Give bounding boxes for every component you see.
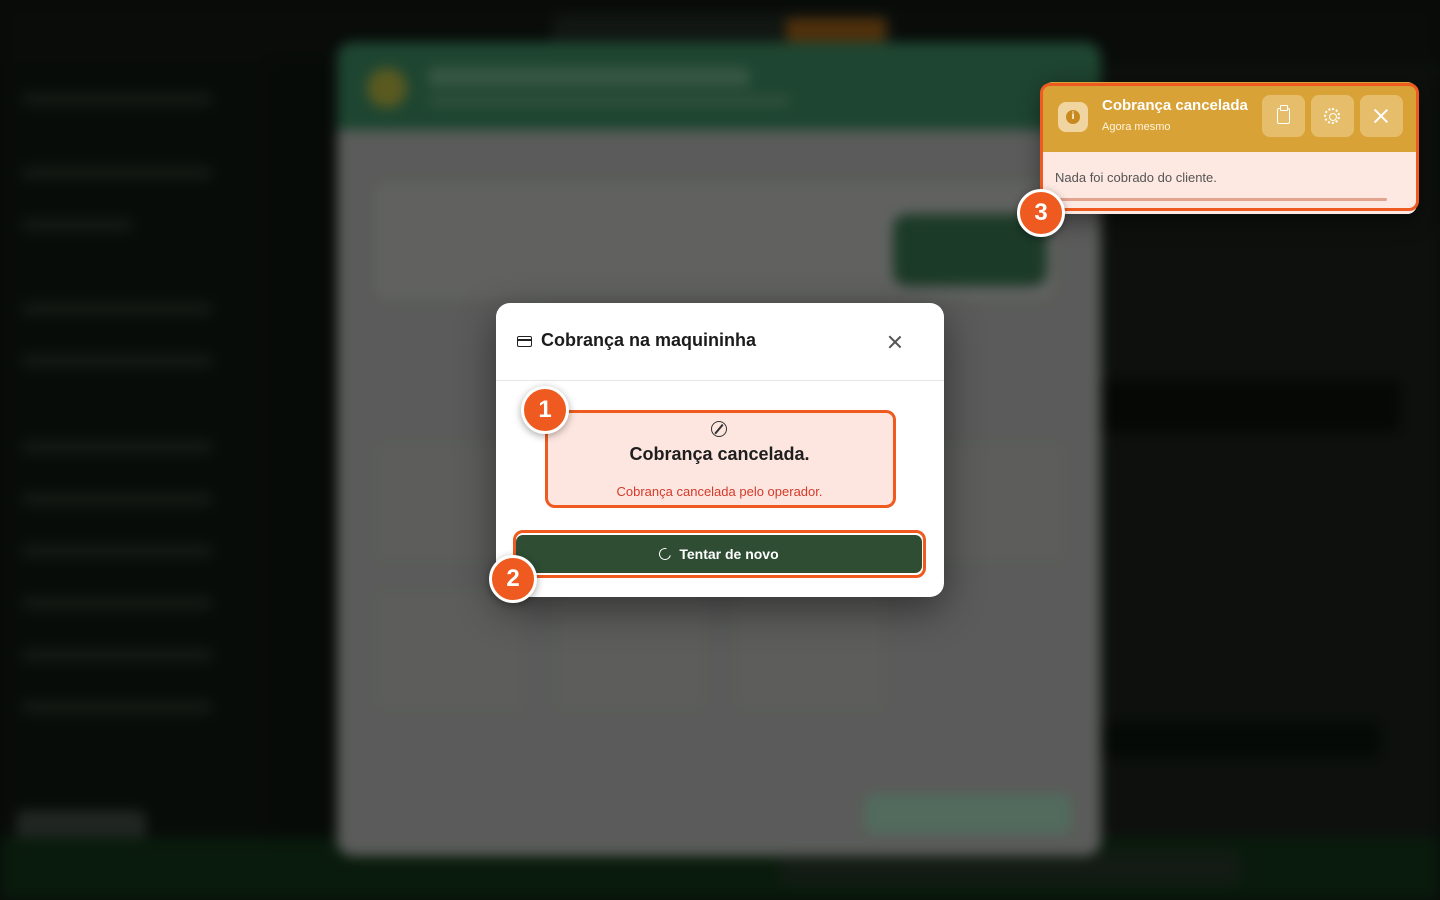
close-icon[interactable]	[884, 331, 906, 353]
annotation-highlight-status	[545, 410, 896, 508]
annotation-highlight-toast	[1040, 83, 1419, 211]
annotation-badge-3: 3	[1017, 189, 1065, 237]
annotation-badge-2: 2	[489, 555, 537, 603]
annotation-badge-1: 1	[521, 386, 569, 434]
dialog-title: Cobrança na maquininha	[541, 330, 757, 350]
annotation-highlight-retry	[513, 530, 926, 578]
credit-card-icon	[517, 336, 532, 347]
dialog-header: Cobrança na maquininha	[496, 303, 944, 381]
